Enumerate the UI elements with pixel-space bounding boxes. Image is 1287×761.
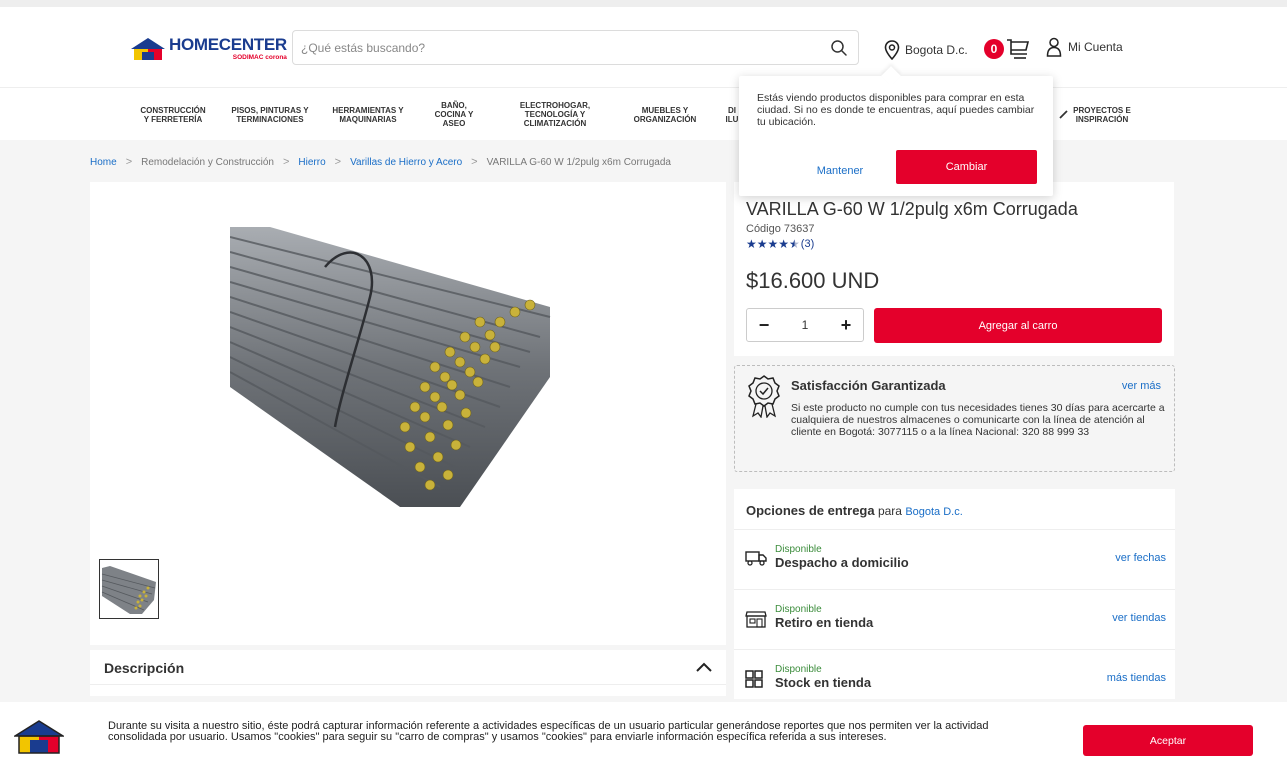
delivery-status: Disponible xyxy=(775,664,822,675)
search-bar xyxy=(292,30,859,65)
product-rating[interactable]: ★★★★★ (3) xyxy=(746,237,814,251)
delivery-name: Stock en tienda xyxy=(775,675,872,690)
nav-item-bano[interactable]: BAÑO, COCINA Y ASEO xyxy=(418,88,490,141)
chevron-right-icon: > xyxy=(282,156,290,168)
truck-icon xyxy=(745,551,767,566)
breadcrumb-varillas[interactable]: Varillas de Hierro y Acero xyxy=(350,157,462,168)
accept-cookies-button[interactable]: Aceptar xyxy=(1083,725,1253,756)
satisfaction-more-link[interactable]: ver más xyxy=(1122,380,1161,392)
product-title: VARILLA G-60 W 1/2pulg x6m Corrugada xyxy=(746,199,1078,219)
cookie-text: Durante su visita a nuestro sitio, éste … xyxy=(108,720,989,743)
see-dates-link[interactable]: ver fechas xyxy=(1115,552,1166,564)
logo-wordmark: HOMECENTER xyxy=(169,35,287,54)
store-icon xyxy=(745,611,767,628)
chevron-right-icon: > xyxy=(125,156,133,168)
chevron-right-icon: > xyxy=(334,156,342,168)
logo-subtitle: SODIMAC corona xyxy=(232,54,287,61)
cart-icon xyxy=(1007,39,1030,59)
location-popup: Estás viendo productos disponibles para … xyxy=(739,66,1053,196)
delivery-option-home: Disponible Despacho a domicilio ver fech… xyxy=(734,529,1175,587)
change-location-button[interactable]: Cambiar xyxy=(896,150,1037,184)
cart-button[interactable]: 0 xyxy=(984,38,1030,60)
breadcrumb-home[interactable]: Home xyxy=(90,157,117,168)
badge-check-icon xyxy=(748,375,780,418)
product-image[interactable] xyxy=(230,227,560,507)
breadcrumb-current: VARILLA G-60 W 1/2pulg x6m Corrugada xyxy=(486,156,671,168)
delivery-name: Despacho a domicilio xyxy=(775,555,909,570)
breadcrumb-remodelacion[interactable]: Remodelación y Construcción xyxy=(141,157,274,168)
breadcrumb-hierro[interactable]: Hierro xyxy=(298,157,325,168)
location-label: Bogota D.c. xyxy=(905,43,968,57)
breadcrumb: Home > Remodelación y Construcción > Hie… xyxy=(90,156,671,168)
thumbnail-1[interactable] xyxy=(99,559,159,619)
nav-item-construccion[interactable]: CONSTRUCCIÓN Y FERRETERÍA xyxy=(127,88,219,141)
delivery-options: Opciones de entrega para Bogota D.c. Dis… xyxy=(734,489,1175,699)
add-to-cart-button[interactable]: Agregar al carro xyxy=(874,308,1162,343)
nav-item-pisos[interactable]: PISOS, PINTURAS Y TERMINACIONES xyxy=(222,88,318,141)
product-info-card: VARILLA G-60 W 1/2pulg x6m Corrugada Cód… xyxy=(734,182,1174,356)
delivery-status: Disponible xyxy=(775,544,822,555)
search-input[interactable] xyxy=(293,31,813,64)
description-section[interactable]: Descripción xyxy=(90,650,726,696)
review-count: (3) xyxy=(800,238,815,250)
keep-location-button[interactable]: Mantener xyxy=(785,154,895,187)
popup-message: Estás viendo productos disponibles para … xyxy=(757,92,1035,128)
delivery-city-link[interactable]: Bogota D.c. xyxy=(905,506,962,518)
chevron-up-icon[interactable] xyxy=(696,662,712,672)
account-button[interactable]: Mi Cuenta xyxy=(1046,37,1123,57)
decrease-quantity-button[interactable]: − xyxy=(747,309,781,341)
thumbnail-image xyxy=(101,566,156,614)
quantity-stepper: − 1 + xyxy=(746,308,864,342)
grid-icon xyxy=(745,670,763,688)
location-pin-icon xyxy=(884,40,900,60)
category-nav: CONSTRUCCIÓN Y FERRETERÍA PISOS, PINTURA… xyxy=(0,87,1287,140)
location-selector[interactable]: Bogota D.c. xyxy=(884,40,968,60)
increase-quantity-button[interactable]: + xyxy=(829,309,863,341)
header: HOMECENTER SODIMAC corona Bogota D.c. 0 … xyxy=(0,7,1287,87)
product-code: Código 73637 xyxy=(746,223,815,235)
more-stores-link[interactable]: más tiendas xyxy=(1107,672,1166,684)
user-icon xyxy=(1046,37,1062,57)
house-logo-icon xyxy=(131,38,165,60)
delivery-heading-title: Opciones de entrega xyxy=(746,503,875,518)
satisfaction-text: Si este producto no cumple con tus neces… xyxy=(791,402,1165,438)
nav-item-muebles[interactable]: MUEBLES Y ORGANIZACIÓN xyxy=(620,88,710,141)
top-strip xyxy=(0,0,1287,7)
cart-count-badge: 0 xyxy=(984,39,1004,59)
rating-stars-icon: ★★★★★ xyxy=(746,237,800,251)
pencil-icon xyxy=(1059,110,1068,119)
delivery-heading: Opciones de entrega para Bogota D.c. xyxy=(746,503,963,518)
satisfaction-guarantee: Satisfacción Garantizada ver más Si este… xyxy=(734,365,1175,472)
product-price: $16.600 UND xyxy=(746,268,880,293)
delivery-option-stock: Disponible Stock en tienda más tiendas xyxy=(734,649,1175,707)
chevron-right-icon: > xyxy=(471,156,478,168)
delivery-status: Disponible xyxy=(775,604,822,615)
divider xyxy=(90,684,726,685)
product-gallery xyxy=(90,182,726,645)
quantity-value[interactable]: 1 xyxy=(802,318,809,332)
nav-item-electrohogar[interactable]: ELECTROHOGAR, TECNOLOGÍA Y CLIMATIZACIÓN xyxy=(500,88,610,141)
house-logo-icon xyxy=(14,720,64,754)
nav-item-herramientas[interactable]: HERRAMIENTAS Y MAQUINARIAS xyxy=(321,88,415,141)
nav-item-proyectos[interactable]: PROYECTOS E INSPIRACIÓN xyxy=(1050,88,1140,141)
logo[interactable]: HOMECENTER SODIMAC corona xyxy=(130,35,287,61)
see-stores-link[interactable]: ver tiendas xyxy=(1112,612,1166,624)
delivery-for-label: para xyxy=(877,504,902,518)
delivery-option-pickup: Disponible Retiro en tienda ver tiendas xyxy=(734,589,1175,647)
description-title: Descripción xyxy=(104,660,185,676)
search-icon[interactable] xyxy=(830,39,848,57)
cookie-banner: Durante su visita a nuestro sitio, éste … xyxy=(0,702,1287,761)
account-label: Mi Cuenta xyxy=(1068,40,1123,54)
satisfaction-title: Satisfacción Garantizada xyxy=(791,378,946,393)
delivery-name: Retiro en tienda xyxy=(775,615,874,630)
nav-item-proyectos-label: PROYECTOS E INSPIRACIÓN xyxy=(1073,105,1131,124)
